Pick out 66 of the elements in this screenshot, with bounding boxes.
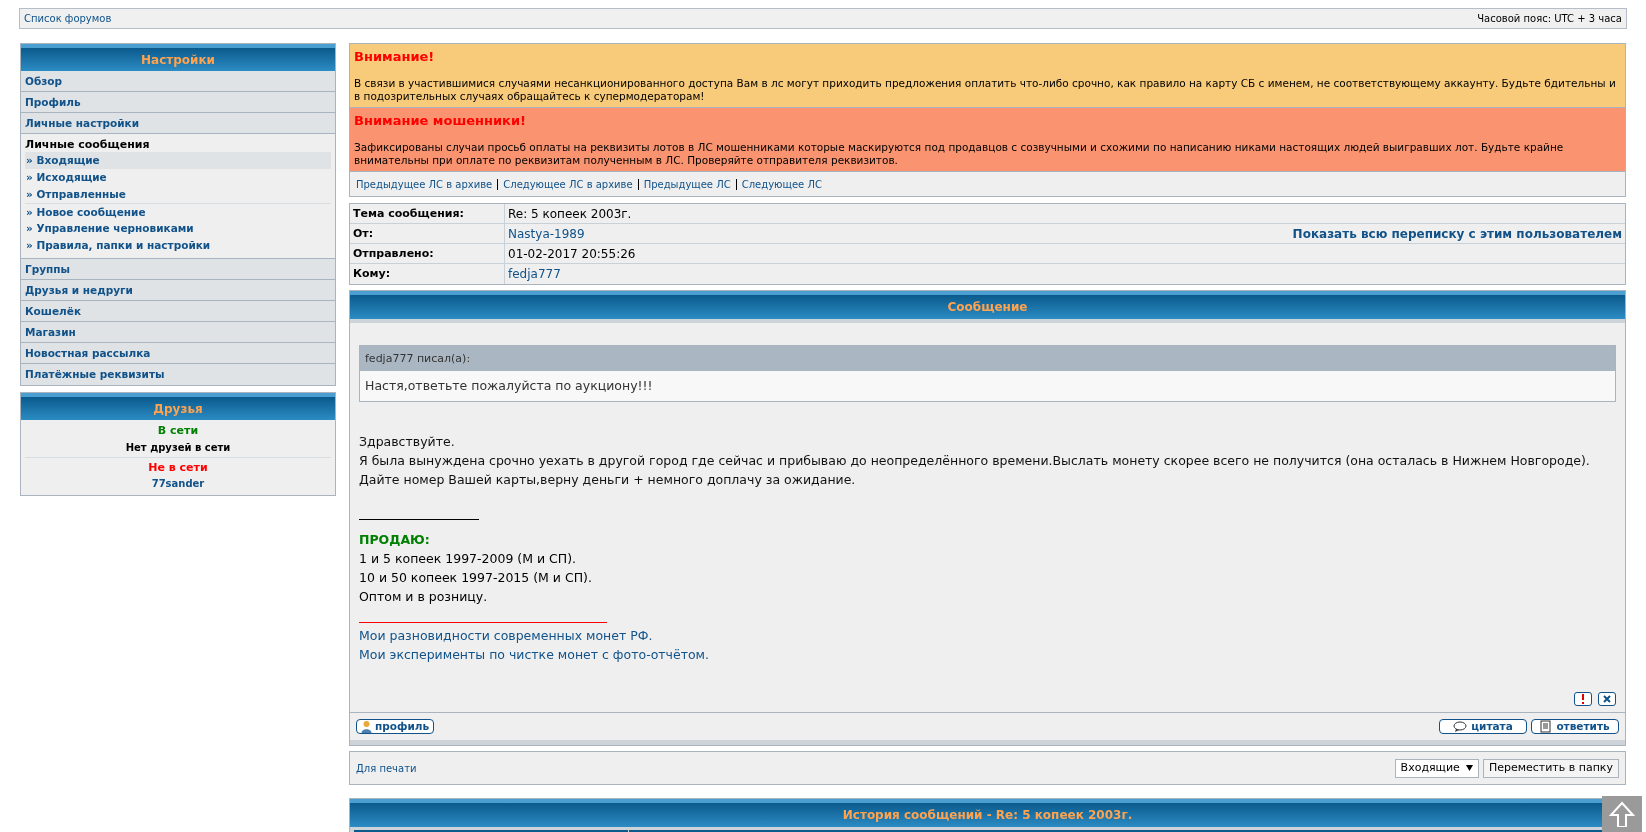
header-value-link[interactable]: fedja777 [508,265,561,283]
sidebar-subitem[interactable]: » Новое сообщение [25,203,331,220]
header-value-link[interactable]: Nastya-1989 [508,224,585,243]
scroll-to-top-icon[interactable] [1602,796,1642,832]
sidebar-item[interactable]: Магазин [21,322,335,343]
sidebar-item[interactable]: Кошелёк [21,301,335,322]
signature-link[interactable]: Мои эксперименты по чистке монет с фото-отчётом. [359,645,709,664]
sidebar-item[interactable]: Новостная рассылка [21,343,335,364]
notice-text: Зафиксированы случаи просьб оплаты на реквизиты лотов в ЛС мошенниками которые маскируются под продавцов с созвучными и схожими по написанию никами настоящих людей выигравших лот. Будьте крайне внимательны при оплате по реквизитам полученным в ЛС. Проверяйте отправителя реквизитов. [354,141,1565,167]
document-icon [1540,720,1553,733]
timezone-text: Часовой пояс: UTC + 3 часа [1477,12,1622,26]
print-link[interactable]: Для печати [356,760,417,776]
reply-button[interactable]: ответить [1531,719,1619,734]
sidebar-subitem[interactable]: » Входящие [25,152,331,169]
show-conversation-link[interactable]: Показать всю переписку с этим пользователем [1292,224,1622,243]
quote-text: Настя,ответьте пожалуйста по аукциону!!! [364,377,654,395]
sidebar-item[interactable]: Друзья и недруги [21,280,335,301]
nav-link[interactable]: Предыдущее ЛС в архиве [356,176,493,192]
speech-bubble-icon [1453,721,1468,732]
friends-header: Друзья [21,393,335,420]
online-label: В сети [157,423,199,439]
signature-heading: ПРОДАЮ: [359,531,431,549]
header-label: От: [350,224,505,243]
sidebar-item[interactable]: Обзор [21,71,335,92]
notice-title: Внимание мошенники! [354,112,527,130]
quote-author: fedja777 писал(а): [360,346,1615,371]
friend-link[interactable]: 77sander [151,476,205,491]
dropdown-icon [1465,765,1473,771]
sidebar-subitem[interactable]: » Отправленные [25,186,331,203]
profile-button[interactable]: профиль [356,719,435,734]
notice-title: Внимание! [354,48,436,66]
offline-label: Не в сети [148,459,208,476]
nav-link[interactable]: Следующее ЛС в архиве [503,176,633,192]
move-button[interactable]: Переместить в папку [1482,758,1619,778]
sidebar-subitem[interactable]: » Исходящие [25,169,331,186]
message-header: Сообщение [350,291,1625,319]
delete-icon[interactable] [1598,692,1616,706]
header-label: Кому: [350,264,505,284]
report-icon[interactable] [1574,692,1592,706]
sidebar-subitem[interactable]: » Правила, папки и настройки [25,237,331,254]
sidebar-item[interactable]: Группы [21,259,335,280]
notice-text: В связи в участившимися случаями несанкционированного доступа Вам в лс могут приходить предложения оплатить что-либо срочно, как правило на карту СБ с именем, не соответствующему аккаунту. Будьте бдительны и в подозрительных случаях обращайтесь к супермодераторам! [354,77,1617,103]
user-icon [361,720,372,733]
nav-link[interactable]: Предыдущее ЛС [643,176,731,192]
sidebar-header: Настройки [21,44,335,71]
forum-list-link[interactable]: Список форумов [24,11,112,26]
signature-text: 1 и 5 копеек 1997-2009 (М и СП). [359,550,578,568]
no-friends-text: Нет друзей в сети [125,440,231,455]
folder-select[interactable]: Входящие [1394,758,1479,778]
message-text: Я была вынуждена срочно уехать в другой город где сейчас и прибываю до неопределённого времени.Выслать монету скорее всего не получится (она осталась в Нижнем Новгороде). [359,452,1591,470]
signature-text: 10 и 50 копеек 1997-2015 (М и СП). [359,569,593,587]
header-value: Re: 5 копеек 2003г. [508,205,632,223]
header-value: 01-02-2017 20:55:26 [508,245,636,263]
sidebar-subitem[interactable]: » Управление черновиками [25,220,331,237]
sidebar-item[interactable]: Платёжные реквизиты [21,364,335,385]
signature-text: Оптом и в розницу. [359,588,489,606]
quote-button[interactable]: цитата [1439,719,1527,734]
message-text: Здравствуйте. [359,433,456,451]
signature-link[interactable]: Мои разновидности современных монет РФ. [359,626,653,645]
sidebar-group-label: Личные сообщения [25,138,151,152]
nav-link[interactable]: Следующее ЛС [741,176,822,192]
message-text: Дайте номер Вашей карты,верну деньги + немного доплачу за ожидание. [359,471,857,489]
header-label: Тема сообщения: [350,204,505,223]
sidebar-item[interactable]: Личные настройки [21,113,335,134]
header-label: Отправлено: [350,244,505,263]
sidebar-item[interactable]: Профиль [21,92,335,113]
